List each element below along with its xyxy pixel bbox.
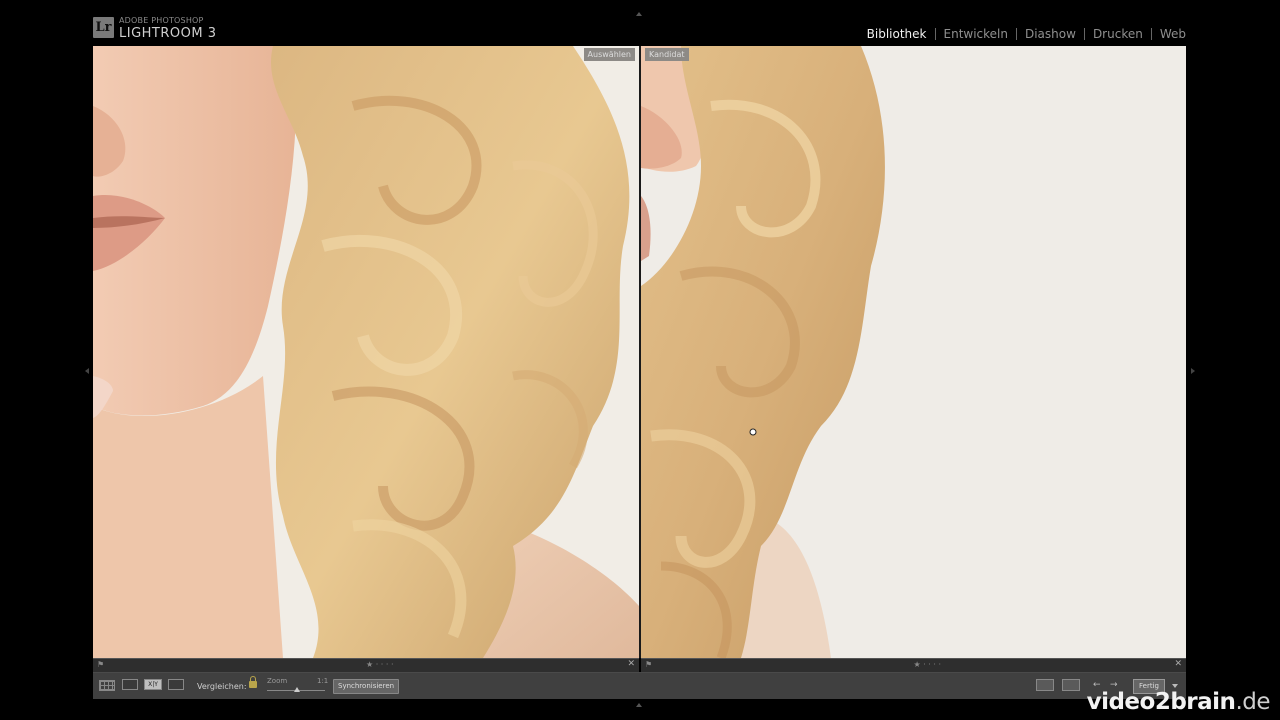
zoom-slider-thumb[interactable] <box>294 687 300 692</box>
brand-name-text: LIGHTROOM 3 <box>119 26 217 41</box>
watermark-brand: video2brain <box>1086 689 1236 715</box>
select-close-icon[interactable]: ✕ <box>627 659 635 669</box>
grid-view-icon[interactable] <box>99 680 115 691</box>
toolbar-options-chevron-icon[interactable] <box>1172 684 1178 688</box>
module-picker: Bibliothek Entwickeln Diashow Drucken We… <box>859 27 1186 41</box>
candidate-pane-bar: ⚑ ★ · · · · ✕ <box>641 658 1186 672</box>
select-pane-bar: ⚑ ★ · · · · ✕ <box>93 658 639 672</box>
candidate-label: Kandidat <box>645 48 689 61</box>
compare-pane-candidate[interactable]: Kandidat <box>641 46 1186 658</box>
module-entwickeln[interactable]: Entwickeln <box>936 27 1016 41</box>
lightroom-logo-icon: Lr <box>93 17 114 38</box>
app-logo: Lr ADOBE PHOTOSHOP LIGHTROOM 3 <box>93 17 216 41</box>
module-bibliothek[interactable]: Bibliothek <box>859 27 935 41</box>
top-panel-toggle-icon[interactable] <box>636 12 642 16</box>
left-panel-toggle-icon[interactable] <box>85 368 89 374</box>
compare-pane-select[interactable]: Auswählen <box>93 46 639 658</box>
module-web[interactable]: Web <box>1152 27 1186 41</box>
bottom-panel-toggle-icon[interactable] <box>636 703 642 707</box>
compare-label: Vergleichen: <box>197 682 247 691</box>
select-rating-stars[interactable]: ★ · · · · <box>366 660 394 669</box>
select-label: Auswählen <box>583 48 635 61</box>
candidate-flag-icon[interactable]: ⚑ <box>645 660 652 669</box>
brand-small-text: ADOBE PHOTOSHOP <box>119 16 204 25</box>
make-select-icon[interactable] <box>1062 679 1080 691</box>
watermark-tld: .de <box>1235 689 1270 715</box>
swap-icon[interactable] <box>1036 679 1054 691</box>
candidate-photo <box>641 46 1186 658</box>
select-flag-icon[interactable]: ⚑ <box>97 660 104 669</box>
lock-icon[interactable] <box>249 676 257 688</box>
select-photo <box>93 46 639 658</box>
candidate-rating-stars[interactable]: ★ · · · · <box>914 660 942 669</box>
module-diashow[interactable]: Diashow <box>1017 27 1084 41</box>
sync-button[interactable]: Synchronisieren <box>333 679 400 694</box>
candidate-close-icon[interactable]: ✕ <box>1174 659 1182 669</box>
survey-view-icon[interactable] <box>168 679 184 690</box>
toolbar: X|Y Vergleichen: Zoom 1:1 Synchronisiere… <box>93 672 1186 699</box>
loupe-view-icon[interactable] <box>122 679 138 690</box>
module-drucken[interactable]: Drucken <box>1085 27 1151 41</box>
right-panel-toggle-icon[interactable] <box>1191 368 1195 374</box>
watermark: video2brain.de <box>1086 689 1271 715</box>
zoom-label: Zoom <box>267 677 288 685</box>
compare-view-button[interactable]: X|Y <box>144 679 162 690</box>
zoom-value: 1:1 <box>317 677 329 685</box>
